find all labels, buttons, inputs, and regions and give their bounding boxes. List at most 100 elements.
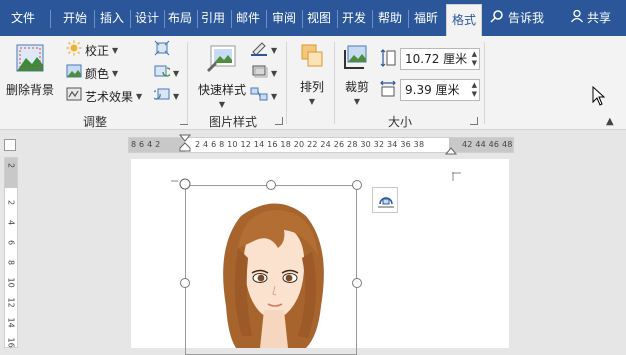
picture-effects-button[interactable]: ▼ <box>250 64 277 84</box>
vertical-ruler[interactable]: 2 2 4 6 8 10 12 14 16 <box>4 157 18 348</box>
artistic-effects-button[interactable]: 艺术效果 ▼ <box>66 87 142 107</box>
crop-button[interactable]: 裁剪 ▼ <box>338 42 376 106</box>
chevron-down-icon: ▼ <box>353 97 361 106</box>
picture-effects-icon <box>250 63 268 85</box>
resize-handle-top[interactable] <box>266 180 276 190</box>
spinner-arrows-icon[interactable]: ▲ ▼ <box>472 81 477 99</box>
tab-references[interactable]: 引用 <box>197 0 229 36</box>
group-divider <box>187 42 188 124</box>
resize-handle-top-right[interactable] <box>352 180 362 190</box>
chevron-down-icon: ▼ <box>271 92 278 101</box>
quick-styles-icon <box>194 42 250 77</box>
tell-me-search[interactable]: 告诉我 <box>490 0 544 36</box>
arrange-button[interactable]: 排列 ▼ <box>292 42 332 106</box>
size-dialog-launcher-icon[interactable] <box>470 117 478 125</box>
mouse-pointer-icon <box>592 85 606 109</box>
tab-stop-selector[interactable] <box>4 139 16 151</box>
right-indent-marker-icon[interactable] <box>444 144 458 158</box>
ruler-ticks-left: 8 6 4 2 <box>131 140 161 149</box>
share-label: 共享 <box>587 11 612 25</box>
color-button[interactable]: 颜色 ▼ <box>66 64 118 84</box>
chevron-down-icon: ▼ <box>173 69 180 78</box>
horizontal-ruler[interactable]: 8 6 4 2 2 4 6 8 10 12 14 16 18 20 22 24 … <box>128 134 514 155</box>
person-icon <box>570 1 584 37</box>
tab-home[interactable]: 开始 <box>58 0 92 36</box>
vertical-ruler-tick: 12 <box>6 297 16 308</box>
shape-width-value: 9.39 厘米 <box>405 83 460 97</box>
compress-icon <box>154 40 170 62</box>
tab-mailings[interactable]: 邮件 <box>232 0 264 36</box>
remove-background-button[interactable]: 删除背景 <box>4 42 56 98</box>
picture-layout-icon <box>250 86 268 108</box>
picture-styles-dialog-launcher-icon[interactable] <box>275 117 283 125</box>
color-label: 颜色 <box>85 67 110 81</box>
ribbon-panel: 删除背景 校正 ▼ 颜色 ▼ 艺术效果 ▼ ▼ ▼ 调整 快速样式 ▼ ▼ ▼ … <box>0 36 626 130</box>
tab-foxit[interactable]: 福昕 <box>410 0 442 36</box>
change-picture-icon <box>154 63 172 85</box>
group-divider <box>484 42 485 124</box>
chevron-down-icon: ▼ <box>271 46 278 55</box>
vertical-ruler-tick: 16 <box>6 337 16 348</box>
picture-color-icon <box>66 63 82 85</box>
ruler-ticks-right: 42 44 46 48 <box>462 140 513 149</box>
tab-review[interactable]: 审阅 <box>268 0 300 36</box>
shape-width-input[interactable]: 9.39 厘米 ▲ ▼ <box>400 79 480 101</box>
vertical-ruler-tick: 2 <box>6 199 16 206</box>
artistic-effects-icon <box>66 86 82 108</box>
arrange-label: 排列 <box>299 80 324 94</box>
share-button[interactable]: 共享 <box>570 0 611 36</box>
collapse-ribbon-icon[interactable]: ▲ <box>606 116 614 127</box>
vertical-ruler-tick: 2 <box>6 162 16 169</box>
layout-options-icon <box>377 192 395 213</box>
tab-divider <box>50 10 51 28</box>
remove-background-label: 删除背景 <box>5 83 54 97</box>
chevron-down-icon: ▼ <box>112 69 119 78</box>
crop-label: 裁剪 <box>344 80 369 94</box>
tab-file[interactable]: 文件 <box>6 0 40 36</box>
group-divider <box>334 42 335 124</box>
tab-divider <box>372 10 373 28</box>
indent-marker-icon[interactable] <box>178 134 192 159</box>
rotate-handle-icon[interactable] <box>179 178 191 190</box>
vertical-ruler-tick: 6 <box>6 239 16 246</box>
height-icon <box>380 48 396 70</box>
shape-height-input[interactable]: 10.72 厘米 ▲ ▼ <box>400 48 480 70</box>
shape-height-row: 10.72 厘米 ▲ ▼ <box>380 48 480 70</box>
tab-format[interactable]: 格式 <box>446 4 482 36</box>
layout-options-button[interactable] <box>372 187 398 213</box>
tab-help[interactable]: 帮助 <box>374 0 406 36</box>
resize-handle-left[interactable] <box>180 278 190 288</box>
tell-me-label: 告诉我 <box>508 11 545 25</box>
reset-picture-button[interactable]: ▼ <box>151 86 179 108</box>
corrections-label: 校正 <box>85 44 110 58</box>
group-label-size: 大小 <box>387 115 412 129</box>
shape-width-row: 9.39 厘米 ▲ ▼ <box>380 79 480 101</box>
picture-layout-button[interactable]: ▼ <box>250 87 277 107</box>
tab-insert[interactable]: 插入 <box>95 0 129 36</box>
group-divider <box>286 42 287 124</box>
chevron-down-icon: ▼ <box>136 92 143 101</box>
tab-divider <box>266 10 267 28</box>
tab-design[interactable]: 设计 <box>131 0 163 36</box>
quick-styles-button[interactable]: 快速样式 ▼ <box>194 42 250 109</box>
compress-pictures-button[interactable] <box>154 40 170 62</box>
remove-background-icon <box>4 42 56 77</box>
chevron-down-icon: ▼ <box>218 100 226 109</box>
vertical-ruler-tick: 10 <box>6 277 16 288</box>
group-label-picture-styles: 图片样式 <box>208 115 257 129</box>
chevron-down-icon: ▼ <box>112 46 119 55</box>
resize-handle-right[interactable] <box>352 278 362 288</box>
picture-border-button[interactable]: ▼ <box>250 41 277 61</box>
tab-view[interactable]: 视图 <box>303 0 335 36</box>
page-margin-corner-mark <box>452 172 461 181</box>
vertical-ruler-tick: 4 <box>6 219 16 226</box>
tab-developer[interactable]: 开发 <box>338 0 370 36</box>
spinner-arrows-icon[interactable]: ▲ ▼ <box>472 50 477 68</box>
lightbulb-search-icon <box>490 1 504 37</box>
tab-layout[interactable]: 布局 <box>164 0 196 36</box>
change-picture-button[interactable]: ▼ <box>154 64 179 84</box>
selection-frame <box>185 185 357 355</box>
crop-icon <box>338 42 376 75</box>
reset-picture-icon <box>151 86 170 108</box>
corrections-button[interactable]: 校正 ▼ <box>66 40 119 61</box>
